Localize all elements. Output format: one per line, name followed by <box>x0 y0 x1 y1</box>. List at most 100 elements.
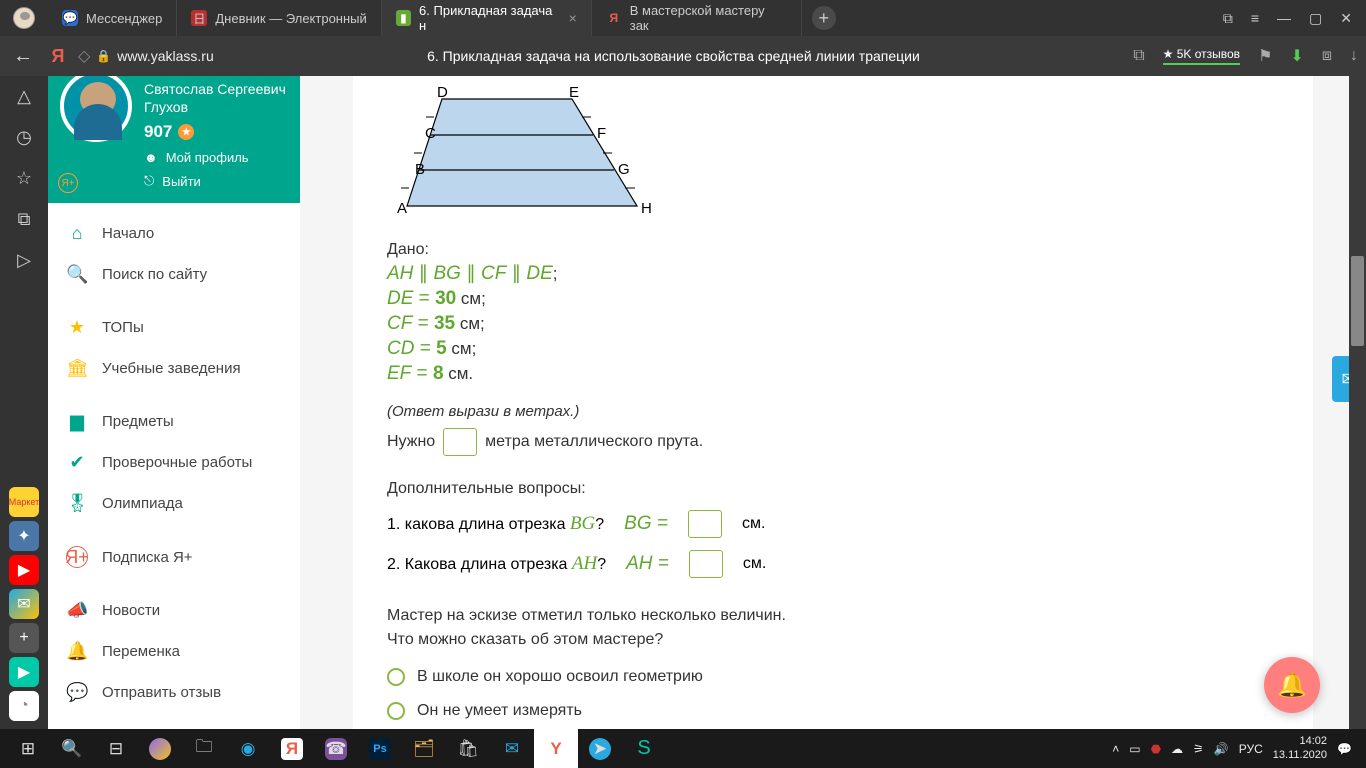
add-app-icon[interactable]: + <box>9 623 39 653</box>
maximize-icon[interactable]: ▢ <box>1309 10 1322 27</box>
collections-icon[interactable]: ⧉ <box>18 209 31 230</box>
taskbar-app-s[interactable]: S <box>622 729 666 768</box>
taskbar-search-icon[interactable]: 🔍 <box>50 729 94 768</box>
profile-name: Святослав Сергеевич Глухов <box>144 80 288 116</box>
bell-icon: 🔔 <box>66 641 88 662</box>
tray-battery-icon[interactable]: ▭ <box>1129 742 1140 756</box>
tab-diary[interactable]: 日 Дневник — Электронный <box>177 0 381 36</box>
taskbar-app-mail[interactable]: ✉ <box>490 729 534 768</box>
extensions-icon[interactable]: ⧈ <box>1322 47 1332 65</box>
taskbar-app-telegram[interactable]: ➤ <box>578 729 622 768</box>
tab-active-yaklass[interactable]: ▮ 6. Прикладная задача н × <box>382 0 592 36</box>
nav-subjects[interactable]: ▆Предметы <box>48 401 300 442</box>
question-1-text: 1. какова длина отрезка BG? <box>387 513 604 535</box>
copy-icon[interactable]: ⧉ <box>1133 47 1144 65</box>
taskbar-app-ybrowser[interactable]: Y <box>534 729 578 768</box>
nav-send-feedback[interactable]: 💬Отправить отзыв <box>48 672 300 713</box>
tabs-row: 💬 Мессенджер 日 Дневник — Электронный ▮ 6… <box>48 0 1209 36</box>
close-window-icon[interactable]: ✕ <box>1340 10 1352 27</box>
url-field[interactable]: ◇ 🔒 www.yaklass.ru <box>78 46 214 66</box>
alice-icon[interactable]: ◔ <box>9 691 39 721</box>
youtube-app-icon[interactable]: ▶ <box>9 555 39 585</box>
vk-app-icon[interactable]: ✦ <box>9 521 39 551</box>
tray-cloud-icon[interactable]: ☁ <box>1171 742 1183 756</box>
back-button[interactable]: ← <box>8 45 38 68</box>
yandex-logo-icon[interactable]: Я <box>46 46 70 67</box>
svg-text:F: F <box>597 125 606 142</box>
nav-yaplus[interactable]: Я+Подписка Я+ <box>48 536 300 578</box>
taskbar-app-yandex[interactable]: Я <box>270 729 314 768</box>
taskbar-app-viber[interactable]: ☎ <box>314 729 358 768</box>
tray-clock[interactable]: 14:02 13.11.2020 <box>1273 735 1327 761</box>
nav-tests[interactable]: ✔Проверочные работы <box>48 442 300 483</box>
nav-label: Переменка <box>102 643 180 660</box>
tray-language[interactable]: РУС <box>1239 742 1263 756</box>
market-app-icon[interactable]: Маркет <box>9 487 39 517</box>
svg-text:G: G <box>618 161 630 178</box>
nav-home[interactable]: ⌂Начало <box>48 213 300 254</box>
tab-messenger[interactable]: 💬 Мессенджер <box>48 0 177 36</box>
answer-hint: (Ответ вырази в метрах.) <box>387 403 1279 420</box>
tray-time: 14:02 <box>1273 735 1327 748</box>
rating-badge[interactable]: ★ 5K отзывов <box>1163 47 1240 65</box>
nav-break[interactable]: 🔔 Переменка <box>48 631 300 672</box>
start-button[interactable]: ⊞ <box>6 729 50 768</box>
radio-label: Он не умеет измерять <box>417 702 582 720</box>
profile-tab-button[interactable] <box>0 0 48 36</box>
favorites-icon[interactable]: ☆ <box>16 168 32 189</box>
task-view-icon[interactable]: ⊟ <box>94 729 138 768</box>
app-green-icon[interactable]: ▶ <box>9 657 39 687</box>
my-profile-link[interactable]: ☻ Мой профиль <box>144 150 288 165</box>
nav-search[interactable]: 🔍Поиск по сайту <box>48 254 300 295</box>
scrollbar-track[interactable] <box>1349 76 1366 729</box>
bell-icon[interactable]: △ <box>17 86 31 107</box>
nav-universities[interactable]: 🏛Учебные заведения <box>48 348 300 389</box>
avatar-large-icon[interactable] <box>60 76 132 142</box>
taskbar-app-explorer[interactable]: 🗀 <box>182 729 226 768</box>
avatar-icon <box>13 7 35 29</box>
yaplus-badge-icon: Я+ <box>58 173 78 193</box>
nav-tops[interactable]: ★ТОПы <box>48 307 300 348</box>
answer-input[interactable] <box>443 428 477 456</box>
notifications-float-button[interactable]: 🔔 <box>1264 657 1320 713</box>
download-icon[interactable]: ⬇ <box>1290 46 1303 66</box>
given-parallel: AH ∥ BG ∥ CF ∥ DE; <box>387 262 1279 285</box>
tabs-overview-icon[interactable]: ⧉ <box>1223 10 1233 27</box>
nav-olympiad[interactable]: 🎖Олимпиада <box>48 483 300 524</box>
taskbar-app-edge[interactable]: ◉ <box>226 729 270 768</box>
new-tab-button[interactable]: + <box>812 6 836 30</box>
radio-option-2[interactable]: Он не умеет измерять <box>387 702 1279 720</box>
tray-notifications-icon[interactable]: 💬 <box>1337 742 1352 756</box>
taskbar-app-alice[interactable] <box>138 729 182 768</box>
taskbar-app-files[interactable]: 🗂 <box>402 729 446 768</box>
answer-prefix: Нужно <box>387 433 435 451</box>
browser-titlebar: 💬 Мессенджер 日 Дневник — Электронный ▮ 6… <box>0 0 1366 36</box>
close-icon[interactable]: × <box>569 10 577 26</box>
downloads-list-icon[interactable]: ↓ <box>1350 47 1358 65</box>
tray-chevron-icon[interactable]: ˄ <box>1112 742 1119 756</box>
tray-wifi-icon[interactable]: ⚞ <box>1193 742 1204 756</box>
content-wrap: A B C D E F G H Дано: AH ∥ BG ∥ CF ∥ DE;… <box>300 76 1366 729</box>
mail-app-icon[interactable]: ✉ <box>9 589 39 619</box>
tray-shield-icon[interactable]: ⬣ <box>1151 742 1161 756</box>
bell-icon: 🔔 <box>1277 671 1307 700</box>
taskbar-app-photoshop[interactable]: Ps <box>358 729 402 768</box>
answer-line: Нужно метра металлического прута. <box>387 428 1279 456</box>
tab-yandex-search[interactable]: Я В мастерской мастеру зак <box>592 0 802 36</box>
q2-input[interactable] <box>689 550 723 578</box>
q1-input[interactable] <box>688 510 722 538</box>
nav-news[interactable]: 📣Новости <box>48 590 300 631</box>
tray-volume-icon[interactable]: 🔊 <box>1214 742 1229 756</box>
history-icon[interactable]: ◷ <box>16 127 32 148</box>
given-cd: CD = 5 см; <box>387 338 1279 360</box>
menu-icon[interactable]: ≡ <box>1251 10 1259 27</box>
logout-link[interactable]: ⎋ Выйти <box>144 173 288 189</box>
bookmark-icon[interactable]: ⚑ <box>1258 46 1272 66</box>
minimize-icon[interactable]: — <box>1277 10 1291 27</box>
given-title: Дано: <box>387 241 1279 259</box>
scrollbar-thumb[interactable] <box>1351 256 1364 346</box>
radio-option-1[interactable]: В школе он хорошо освоил геометрию <box>387 668 1279 686</box>
play-icon[interactable]: ▷ <box>17 250 31 271</box>
page-title: 6. Прикладная задача на использование св… <box>222 48 1125 64</box>
taskbar-app-store[interactable]: 🛍 <box>446 729 490 768</box>
